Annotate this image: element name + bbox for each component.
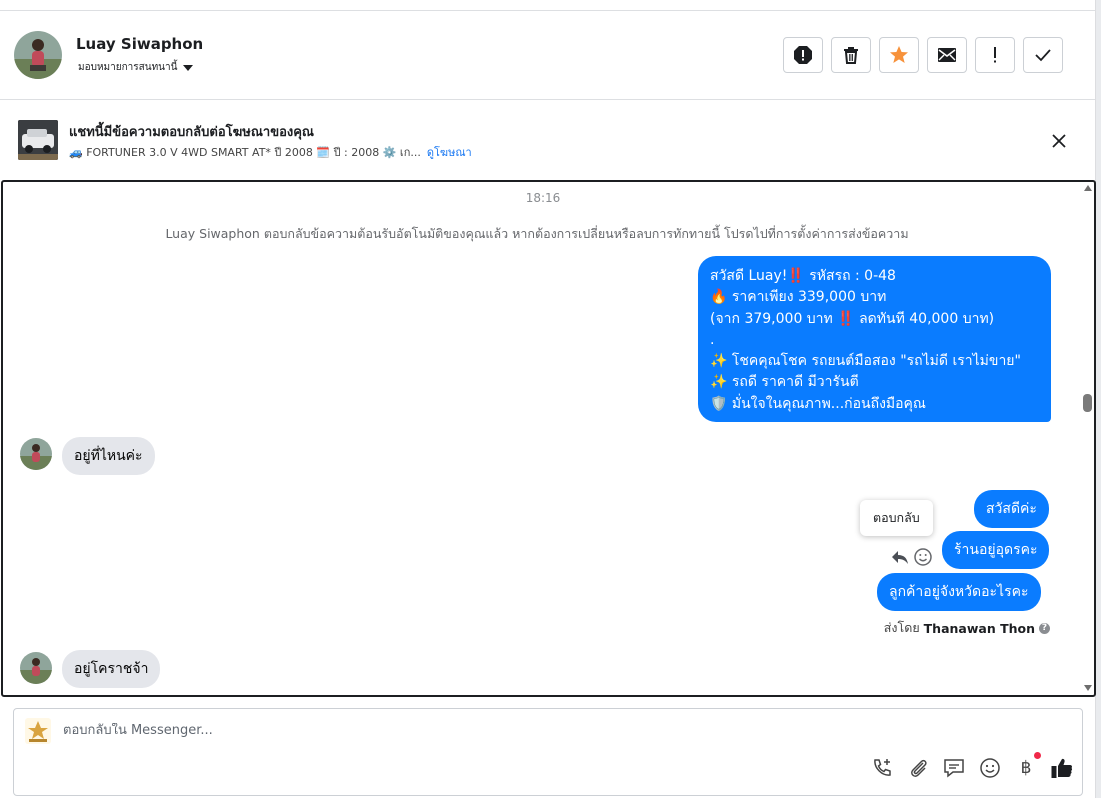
baht-icon: ฿ [1020,758,1032,778]
reply-tooltip: ตอบกลับ [860,500,933,536]
outgoing-message[interactable]: สวัสดี Luay!‼️ รหัสรถ : 0-48 🔥 ราคาเพียง… [698,256,1051,422]
emoji-react-icon[interactable] [913,547,933,567]
ad-banner-subtitle: 🚙 FORTUNER 3.0 V 4WD SMART AT* ปี 2008 🗓… [69,143,472,161]
outgoing-message[interactable]: ลูกค้าอยู่จังหวัดอะไรคะ [877,573,1041,611]
follow-up-button[interactable] [975,37,1015,73]
ad-reply-banner: แชทนี้มีข้อความตอบกลับต่อโฆษณาของคุณ 🚙 F… [0,101,1095,178]
incoming-message[interactable]: อยู่ที่ไหนค่ะ [62,437,155,475]
reply-composer: ฿ [13,708,1083,796]
delete-button[interactable] [831,37,871,73]
inbox-conversation-view: Luay Siwaphon มอบหมายการสนทนานี้ แชทนี้ม… [0,0,1101,798]
trash-icon [844,47,858,64]
sent-by-note: ส่งโดย Thanawan Thon ? [884,618,1050,638]
message-line: สวัสดี Luay!‼️ รหัสรถ : 0-48 [710,268,896,284]
message-thread[interactable]: 18:16 Luay Siwaphon ตอบกลับข้อความต้อนรั… [1,180,1096,697]
sender-avatar[interactable] [20,652,52,684]
message-line: (จาก 379,000 บาท ‼️ ลดทันที 40,000 บาท) [710,310,995,327]
contact-avatar[interactable] [14,31,62,79]
scroll-up-arrow-icon[interactable] [1084,185,1092,191]
star-button[interactable] [879,37,919,73]
message-line: 🛡️ มั่นใจในคุณภาพ...ก่อนถึงมือคุณ [710,395,926,412]
like-button[interactable] [1050,756,1074,780]
incoming-message[interactable]: อยู่โคราชจ้า [62,650,161,688]
message-line: ✨ โชคคุณโชค รถยนต์มือสอง "รถไม่ดี เราไม่… [710,353,1021,370]
spam-button[interactable] [783,37,823,73]
ad-banner-title: แชทนี้มีข้อความตอบกลับต่อโฆษณาของคุณ [69,125,314,140]
assign-conversation-dropdown[interactable]: มอบหมายการสนทนานี้ [78,60,194,75]
paperclip-icon [911,759,927,777]
close-banner-button[interactable] [1049,131,1069,151]
assign-label: มอบหมายการสนทนานี้ [78,62,178,73]
close-icon [1052,134,1066,148]
exclamation-icon [994,47,996,63]
outgoing-message[interactable]: ร้านอยู่อุดรคะ [942,531,1050,569]
reply-input[interactable] [63,723,963,738]
sent-by-prefix: ส่งโดย [883,620,920,635]
spam-icon [794,46,812,64]
system-note: Luay Siwaphon ตอบกลับข้อความต้อนรับอัตโน… [165,226,909,241]
mark-unread-button[interactable] [927,37,967,73]
composer-toolbar: ฿ [870,752,1074,780]
message-timestamp: 18:16 [525,191,561,205]
thumbs-up-icon [1051,758,1073,778]
ad-thumbnail[interactable] [18,120,58,160]
conversation-header: Luay Siwaphon มอบหมายการสนทนานี้ [0,11,1095,100]
message-line: . [710,331,715,348]
scroll-down-arrow-icon[interactable] [1084,685,1092,691]
message-line: 🔥 ราคาเพียง 339,000 บาท [710,289,887,306]
check-icon [1035,49,1051,62]
help-icon[interactable]: ? [1039,622,1050,634]
message-line: ✨ รถดี ราคาดี มีวารันตี [710,374,859,391]
mark-done-button[interactable] [1023,37,1063,73]
view-ad-link[interactable]: ดูโฆษณา [427,143,472,161]
contact-name[interactable]: Luay Siwaphon [76,35,203,53]
header-actions [783,37,1063,73]
phone-add-icon [874,759,891,776]
saved-replies-button[interactable] [942,756,966,780]
call-button[interactable] [870,756,894,780]
page-avatar [25,718,51,744]
attach-button[interactable] [906,756,930,780]
sent-by-name: Thanawan Thon [923,620,1035,636]
outgoing-message[interactable]: สวัสดีค่ะ [974,490,1049,528]
star-icon [890,46,908,63]
payment-button[interactable]: ฿ [1014,752,1041,780]
sender-avatar[interactable] [20,438,52,470]
emoji-button[interactable] [978,756,1002,780]
caret-down-icon [183,64,194,71]
emoji-icon [980,758,1000,778]
reply-icon[interactable] [890,547,910,567]
envelope-icon [938,48,956,62]
scrollbar-thumb[interactable] [1083,394,1092,412]
thread-scrollbar[interactable] [1082,182,1094,695]
chat-bubble-icon [944,759,964,778]
ad-description: 🚙 FORTUNER 3.0 V 4WD SMART AT* ปี 2008 🗓… [69,146,421,159]
notification-dot [1034,752,1041,759]
